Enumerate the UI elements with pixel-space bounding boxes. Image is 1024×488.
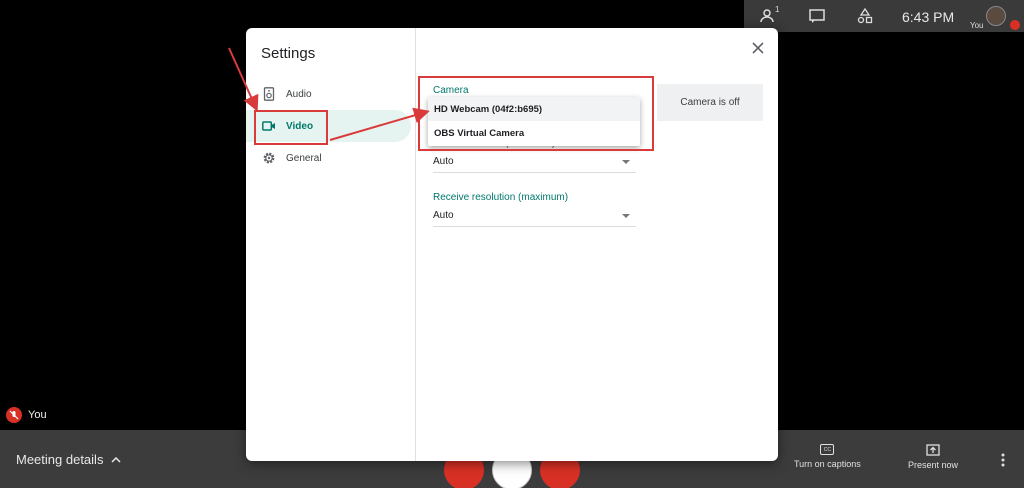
gear-icon [263, 152, 275, 164]
nav-item-label: Video [286, 120, 314, 132]
camera-option-hd-webcam[interactable]: HD Webcam (04f2:b695) [428, 97, 640, 121]
captions-label: Turn on captions [794, 459, 861, 469]
self-name: You [28, 409, 47, 421]
chevron-up-icon [111, 456, 121, 463]
camera-label: Camera [433, 85, 469, 96]
settings-dialog: Settings Audio Video General Camera Came… [246, 28, 778, 461]
nav-item-label: Audio [286, 88, 312, 100]
nav-item-general[interactable]: General [246, 142, 411, 174]
clock-time: 6:43 PM [902, 9, 955, 25]
chat-icon[interactable] [808, 8, 826, 24]
send-resolution-select[interactable]: Auto [433, 151, 636, 173]
camera-preview-text: Camera is off [680, 97, 740, 108]
dropdown-caret-icon [622, 159, 630, 164]
meeting-details-button[interactable]: Meeting details [16, 452, 121, 467]
video-settings-panel: Camera Camera is off Send resolution (ma… [417, 28, 778, 461]
nav-item-audio[interactable]: Audio [246, 78, 411, 110]
present-label: Present now [908, 460, 959, 470]
meeting-details-label: Meeting details [16, 452, 104, 467]
present-icon [926, 444, 940, 456]
speaker-icon [263, 87, 275, 101]
present-now-button[interactable]: Present now [908, 444, 958, 470]
people-count: 1 [775, 5, 780, 14]
avatar-label: You [970, 21, 984, 30]
receive-resolution-value: Auto [433, 210, 454, 221]
activities-icon[interactable] [856, 8, 874, 24]
captions-icon: CC [820, 444, 835, 455]
dropdown-caret-icon [622, 213, 630, 218]
nav-item-video[interactable]: Video [246, 110, 411, 142]
camera-option-obs-virtual[interactable]: OBS Virtual Camera [428, 121, 640, 145]
mic-off-icon [6, 407, 22, 423]
notification-badge [1010, 20, 1020, 30]
settings-sidebar: Settings Audio Video General [246, 28, 416, 461]
avatar[interactable] [986, 6, 1006, 26]
camera-preview: Camera is off [657, 84, 763, 121]
camera-dropdown-menu: HD Webcam (04f2:b695) OBS Virtual Camera [428, 97, 640, 146]
settings-title: Settings [261, 45, 316, 62]
more-options-icon[interactable] [1000, 452, 1006, 468]
video-camera-icon [262, 121, 275, 131]
self-tile-label: You [6, 407, 47, 423]
nav-item-label: General [286, 152, 322, 164]
receive-resolution-select[interactable]: Auto [433, 205, 636, 227]
send-resolution-value: Auto [433, 156, 454, 167]
receive-resolution-label: Receive resolution (maximum) [433, 192, 569, 203]
captions-button[interactable]: CC Turn on captions [794, 444, 861, 469]
top-bar: 1 6:43 PM You [744, 0, 1024, 32]
